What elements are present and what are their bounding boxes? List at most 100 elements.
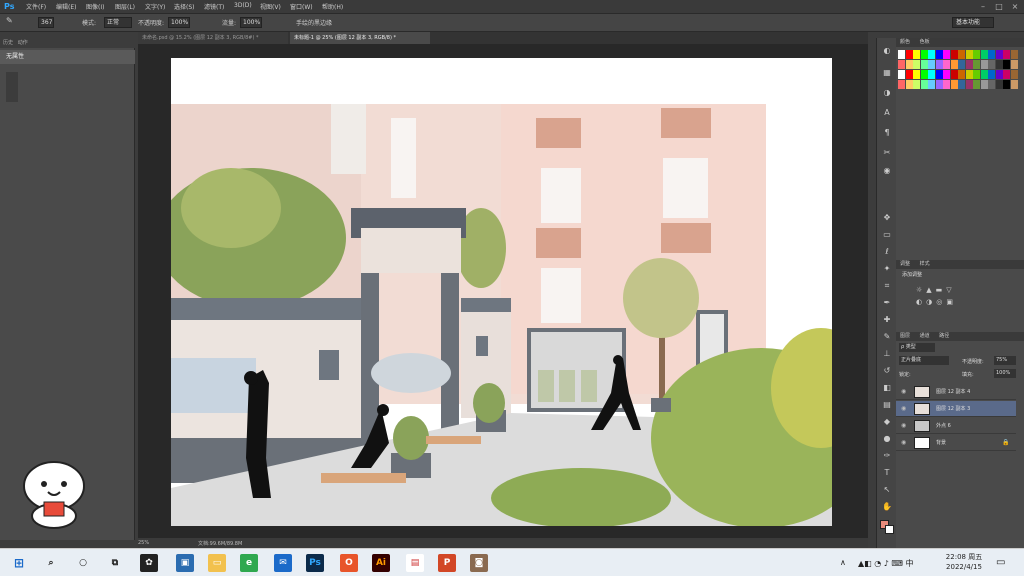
doc-tab-1[interactable]: 未命名.psd @ 15.2% (图层 12 副本 3, RGB/8#) * xyxy=(138,32,288,44)
browser-icon[interactable]: e xyxy=(240,554,258,572)
swatch[interactable] xyxy=(1010,60,1018,69)
menu-window[interactable]: 窗口(W) xyxy=(290,2,313,11)
swatch[interactable] xyxy=(973,60,980,69)
navigator-icon[interactable]: ◉ xyxy=(881,166,893,176)
swatch[interactable] xyxy=(980,70,988,79)
swatch[interactable] xyxy=(905,60,913,69)
tab-styles[interactable]: 样式 xyxy=(916,261,934,267)
swatch[interactable] xyxy=(898,80,905,89)
gradient-icon[interactable]: ▤ xyxy=(881,400,893,410)
swatch[interactable] xyxy=(913,80,920,89)
minimize-icon[interactable]: – xyxy=(976,0,990,13)
styles-icon[interactable]: A xyxy=(881,108,893,118)
color-icon[interactable]: ◐ xyxy=(881,46,893,56)
swatch[interactable] xyxy=(943,80,950,89)
swatch[interactable] xyxy=(950,70,958,79)
tab-color[interactable]: 颜色 xyxy=(896,39,914,45)
swatch[interactable] xyxy=(988,80,995,89)
swatch[interactable] xyxy=(935,70,943,79)
swatch[interactable] xyxy=(995,70,1003,79)
document-app-icon[interactable]: ▤ xyxy=(406,554,424,572)
history-brush-tool-icon[interactable]: ↺ xyxy=(881,366,893,376)
zoom-level[interactable]: 25% xyxy=(138,540,149,546)
swatch[interactable] xyxy=(905,80,913,89)
swatch[interactable] xyxy=(965,80,973,89)
hand-icon[interactable]: ✋ xyxy=(881,502,893,512)
swatch[interactable] xyxy=(1003,60,1010,69)
workspace-select[interactable]: 基本功能 xyxy=(952,17,994,28)
swatch[interactable] xyxy=(898,70,905,79)
layer-row[interactable]: ◉ 外点 6 xyxy=(896,418,1016,434)
search-icon[interactable]: ⌕ xyxy=(42,554,60,572)
tab-paths[interactable]: 路径 xyxy=(935,333,953,339)
lasso-tool-icon[interactable]: ℓ xyxy=(881,247,893,257)
illustrator-icon[interactable]: Ai xyxy=(372,554,390,572)
brush-icon[interactable]: ✎ xyxy=(881,332,893,342)
file-explorer-icon[interactable]: ▭ xyxy=(208,554,226,572)
swatch[interactable] xyxy=(935,60,943,69)
menu-file[interactable]: 文件(F) xyxy=(26,2,46,11)
menu-filter[interactable]: 滤镜(T) xyxy=(204,2,224,11)
menu-select[interactable]: 选择(S) xyxy=(174,2,195,11)
swatch[interactable] xyxy=(1010,80,1018,89)
swatch[interactable] xyxy=(1010,50,1018,59)
swatch[interactable] xyxy=(920,70,928,79)
swatch[interactable] xyxy=(980,50,988,59)
swatch[interactable] xyxy=(995,50,1003,59)
layer-row-selected[interactable]: ◉ 图层 12 副本 3 xyxy=(896,401,1016,417)
crop-tool-icon[interactable]: ⌗ xyxy=(881,281,893,291)
photoshop-taskbar-icon[interactable]: Ps xyxy=(306,554,324,572)
eye-icon[interactable]: ◉ xyxy=(901,384,906,400)
eraser-icon[interactable]: ◧ xyxy=(881,383,893,393)
swatch[interactable] xyxy=(1003,80,1010,89)
cortana-icon[interactable]: ○ xyxy=(74,554,92,572)
swatch[interactable] xyxy=(995,60,1003,69)
swatch[interactable] xyxy=(958,70,965,79)
swatch[interactable] xyxy=(965,50,973,59)
menu-help[interactable]: 帮助(H) xyxy=(322,2,343,11)
mail-icon[interactable]: ✉ xyxy=(274,554,292,572)
fill-input[interactable]: 100% xyxy=(994,369,1016,378)
tab-actions[interactable]: 动作 xyxy=(18,40,28,46)
swatch[interactable] xyxy=(920,80,928,89)
swatch[interactable] xyxy=(898,60,905,69)
swatch[interactable] xyxy=(920,50,928,59)
swatch[interactable] xyxy=(935,50,943,59)
task-view-icon[interactable]: ⧉ xyxy=(106,554,124,572)
dodge-icon[interactable]: ● xyxy=(881,434,893,444)
menu-view[interactable]: 视图(V) xyxy=(260,2,281,11)
swatch[interactable] xyxy=(950,80,958,89)
close-icon[interactable]: × xyxy=(1008,0,1022,13)
pinwheel-app-icon[interactable]: ✿ xyxy=(140,554,158,572)
swatch[interactable] xyxy=(1003,50,1010,59)
opacity-input[interactable]: 100% xyxy=(168,17,190,28)
swatch[interactable] xyxy=(965,70,973,79)
swatch[interactable] xyxy=(928,70,935,79)
tray-icons[interactable]: ▲◧ ◔ ♪ ⌨ 中 xyxy=(858,558,914,569)
swatch[interactable] xyxy=(980,60,988,69)
tab-swatches[interactable]: 色板 xyxy=(916,39,934,45)
swatch[interactable] xyxy=(928,80,935,89)
tab-channels[interactable]: 通道 xyxy=(916,333,934,339)
store-icon[interactable]: ▣ xyxy=(176,554,194,572)
blend-mode-select[interactable]: 正片叠底 xyxy=(899,356,949,365)
swatch[interactable] xyxy=(958,50,965,59)
layer-row[interactable]: ◉ 背景 🔒 xyxy=(896,435,1016,451)
eye-icon[interactable]: ◉ xyxy=(901,401,906,417)
path-select-icon[interactable]: ↖ xyxy=(881,485,893,495)
brush-tool-icon[interactable]: ✎ xyxy=(6,16,13,25)
tab-adjustments[interactable]: 调整 xyxy=(896,261,914,267)
windows-start-icon[interactable]: ⊞ xyxy=(10,554,28,572)
brush-size[interactable]: 367 xyxy=(38,17,54,28)
swatch[interactable] xyxy=(958,80,965,89)
swatch[interactable] xyxy=(920,60,928,69)
type-icon[interactable]: T xyxy=(881,468,893,478)
swatch[interactable] xyxy=(988,60,995,69)
layer-kind-filter[interactable]: ρ 类型 xyxy=(899,343,935,352)
swatch[interactable] xyxy=(928,50,935,59)
eye-icon[interactable]: ◉ xyxy=(901,435,906,451)
swatch[interactable] xyxy=(988,50,995,59)
healing-brush-icon[interactable]: ✚ xyxy=(881,315,893,325)
blur-icon[interactable]: ◆ xyxy=(881,417,893,427)
quick-select-icon[interactable]: ✦ xyxy=(881,264,893,274)
